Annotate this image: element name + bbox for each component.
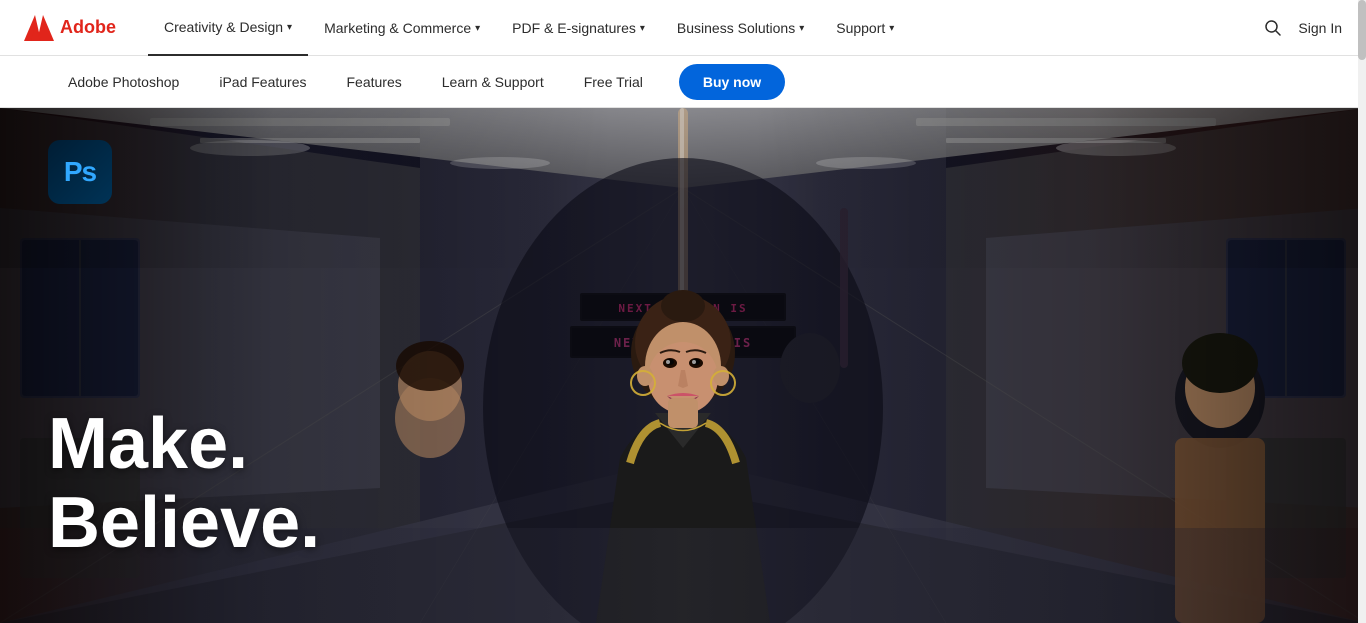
hero-headline: Make. Believe.	[48, 405, 320, 563]
adobe-logo[interactable]: Adobe	[24, 15, 116, 41]
sub-nav-item-free-trial[interactable]: Free Trial	[564, 56, 663, 108]
sub-nav-item-features[interactable]: Features	[327, 56, 422, 108]
ps-app-badge: Ps	[48, 140, 112, 204]
main-nav-items: Creativity & Design ▾ Marketing & Commer…	[148, 0, 1264, 56]
sub-nav-item-adobe-photoshop[interactable]: Adobe Photoshop	[48, 56, 199, 108]
hero-headline-line2: Believe.	[48, 484, 320, 563]
nav-item-pdf-esignatures[interactable]: PDF & E-signatures ▾	[496, 0, 661, 56]
nav-item-creativity-design[interactable]: Creativity & Design ▾	[148, 0, 308, 56]
sub-nav-item-learn-support[interactable]: Learn & Support	[422, 56, 564, 108]
nav-item-business-solutions[interactable]: Business Solutions ▾	[661, 0, 820, 56]
search-button[interactable]	[1264, 19, 1282, 37]
chevron-down-icon: ▾	[640, 23, 645, 34]
search-icon	[1264, 19, 1282, 37]
nav-item-support[interactable]: Support ▾	[820, 0, 910, 56]
chevron-down-icon: ▾	[889, 23, 894, 34]
sub-nav: Adobe Photoshop iPad Features Features L…	[0, 56, 1366, 108]
ps-badge-text: Ps	[64, 156, 96, 188]
sub-nav-item-ipad-features[interactable]: iPad Features	[199, 56, 326, 108]
sign-in-button[interactable]: Sign In	[1298, 20, 1342, 36]
top-nav: Adobe Creativity & Design ▾ Marketing & …	[0, 0, 1366, 56]
scrollbar-thumb[interactable]	[1358, 0, 1366, 60]
scrollbar[interactable]	[1358, 0, 1366, 623]
adobe-logo-wordmark: Adobe	[60, 17, 116, 38]
hero-headline-line1: Make.	[48, 405, 320, 484]
hero-section: NEXT STATION IS NEXT STATION IS	[0, 108, 1366, 623]
nav-item-marketing-commerce[interactable]: Marketing & Commerce ▾	[308, 0, 496, 56]
buy-now-button[interactable]: Buy now	[679, 64, 785, 100]
adobe-icon	[24, 15, 54, 41]
chevron-down-icon: ▾	[287, 22, 292, 33]
chevron-down-icon: ▾	[475, 23, 480, 34]
hero-text-block: Make. Believe.	[48, 405, 320, 563]
nav-right-actions: Sign In	[1264, 19, 1342, 37]
chevron-down-icon: ▾	[799, 23, 804, 34]
